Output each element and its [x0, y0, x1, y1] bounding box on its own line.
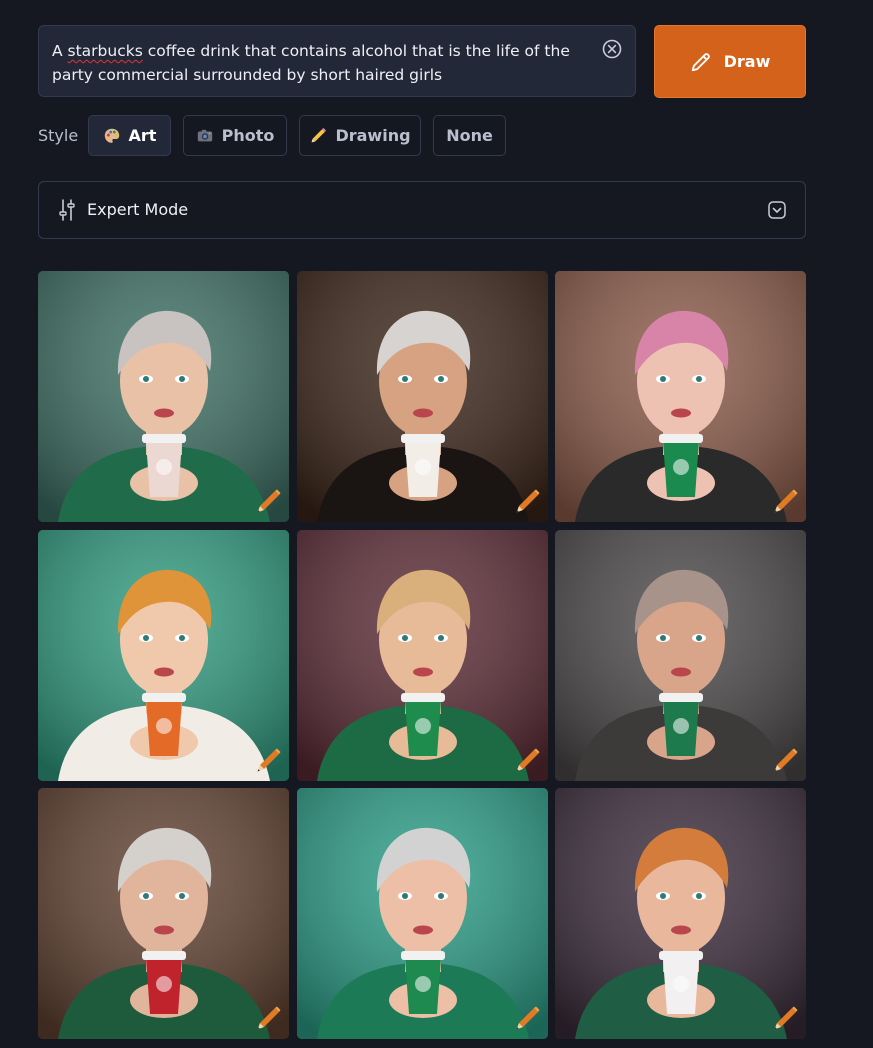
portrait-illustration: [555, 530, 806, 781]
pencil-icon: [691, 52, 710, 71]
pencil-icon[interactable]: [514, 748, 540, 774]
expert-mode-label: Expert Mode: [87, 200, 189, 219]
style-option-photo[interactable]: Photo: [183, 115, 287, 156]
style-option-none[interactable]: None: [433, 115, 506, 156]
generated-image-9[interactable]: [555, 788, 806, 1039]
generated-image-1[interactable]: [38, 271, 289, 522]
expert-mode-toggle[interactable]: Expert Mode: [38, 181, 806, 239]
portrait-illustration: [38, 271, 289, 522]
camera-icon: [197, 129, 212, 141]
style-option-none-label: None: [446, 126, 493, 145]
portrait-illustration: [555, 271, 806, 522]
draw-button-label: Draw: [723, 52, 771, 71]
style-option-art[interactable]: Art: [88, 115, 171, 156]
prompt-text-misspelled-word: starbucks: [67, 42, 143, 60]
chevron-down-icon: [768, 201, 786, 219]
portrait-illustration: [38, 788, 289, 1039]
portrait-illustration: [297, 271, 548, 522]
portrait-illustration: [297, 788, 548, 1039]
draw-button[interactable]: Draw: [654, 25, 806, 98]
style-option-photo-label: Photo: [221, 126, 275, 145]
pencil-icon[interactable]: [255, 1006, 281, 1032]
pencil-icon[interactable]: [514, 489, 540, 515]
style-option-drawing[interactable]: Drawing: [299, 115, 421, 156]
generated-image-8[interactable]: [297, 788, 548, 1039]
generated-image-6[interactable]: [555, 530, 806, 781]
generated-image-5[interactable]: [297, 530, 548, 781]
portrait-illustration: [297, 530, 548, 781]
pencil-icon[interactable]: [772, 1006, 798, 1032]
pencil-icon[interactable]: [255, 489, 281, 515]
portrait-illustration: [38, 530, 289, 781]
pencil-icon[interactable]: [514, 1006, 540, 1032]
close-circle-icon: [602, 39, 622, 59]
generated-image-4[interactable]: [38, 530, 289, 781]
pencil-icon: [311, 127, 327, 143]
pencil-icon[interactable]: [772, 489, 798, 515]
style-label: Style: [38, 126, 79, 145]
generated-image-2[interactable]: [297, 271, 548, 522]
pencil-icon[interactable]: [255, 748, 281, 774]
prompt-input[interactable]: A starbucks coffee drink that contains a…: [38, 25, 636, 97]
clear-prompt-button[interactable]: [602, 39, 622, 59]
portrait-illustration: [555, 788, 806, 1039]
style-option-drawing-label: Drawing: [335, 126, 411, 145]
palette-icon: [104, 128, 119, 143]
pencil-icon[interactable]: [772, 748, 798, 774]
generated-image-7[interactable]: [38, 788, 289, 1039]
sliders-icon: [59, 199, 75, 221]
prompt-text-start: A: [52, 42, 68, 60]
style-option-art-label: Art: [128, 126, 157, 145]
generated-image-3[interactable]: [555, 271, 806, 522]
